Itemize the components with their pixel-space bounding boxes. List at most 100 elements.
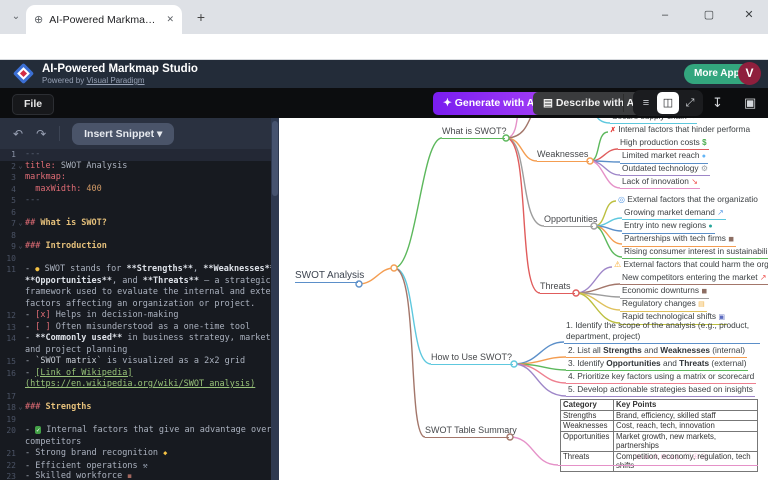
cell-weaknesses: Weaknesses — [561, 421, 614, 432]
leaf-rising-consumer-interest: Rising consumer interest in sustainabili — [622, 246, 768, 259]
node-opportunities[interactable]: Opportunities — [544, 214, 593, 227]
leaf-howto-2: 2. List all Strengths and Weaknesses (in… — [566, 345, 747, 358]
undo-icon[interactable]: ↶ — [13, 127, 23, 141]
code-line[interactable]: competitors — [0, 437, 271, 449]
code-line[interactable]: 22- Efficient operations ⚒ — [0, 460, 271, 472]
table-header-row: Category Key Points — [561, 400, 758, 411]
leaf-howto-1: 1. Identify the scope of the analysis (e… — [564, 320, 760, 344]
chart-decline-icon: ↘ — [691, 177, 698, 186]
code-line[interactable]: framework used to evaluate the internal … — [0, 287, 271, 299]
code-line[interactable]: 8 — [0, 230, 271, 242]
code-line[interactable]: 23- Skilled workforce ◼ — [0, 471, 271, 480]
powered-prefix: Powered by — [42, 76, 86, 85]
code-line[interactable]: 10 — [0, 253, 271, 265]
editor-scrollbar-thumb[interactable] — [272, 121, 278, 196]
sparkle-icon: ✦ — [443, 97, 452, 109]
code-line[interactable]: 7⌄## What is SWOT? — [0, 218, 271, 230]
brand-badge[interactable]: V — [738, 62, 761, 85]
cell-strengths: Strengths — [561, 410, 614, 421]
scroll-icon: ▤ — [698, 301, 705, 308]
briefcase-icon: ◼ — [701, 288, 707, 295]
leaf-high-production-costs: High production costs $ — [618, 137, 709, 150]
node-what-is-swot[interactable]: What is SWOT? — [442, 126, 505, 139]
editor-scrollbar[interactable] — [271, 118, 279, 480]
code-line[interactable]: 17 — [0, 391, 271, 403]
code-line[interactable]: (https://en.wikipedia.org/wiki/SWOT_anal… — [0, 379, 271, 391]
insert-snippet-button[interactable]: Insert Snippet ▾ — [72, 123, 174, 145]
code-line[interactable]: 14- **Commonly used** in business strate… — [0, 333, 271, 345]
fullscreen-view-button[interactable]: ⤢ — [679, 92, 701, 114]
globe-icon: ● — [702, 153, 706, 160]
money-icon: $ — [702, 138, 706, 147]
junction-node-circle[interactable] — [391, 265, 397, 271]
node-root[interactable]: SWOT Analysis — [295, 270, 358, 283]
view-mode-group: ≡ ◫ ⤢ — [633, 90, 703, 116]
code-line[interactable]: 13- [ ] Often misunderstood as a one-tim… — [0, 322, 271, 334]
code-line[interactable]: 18⌄### Strengths — [0, 402, 271, 414]
swot-summary-table: Category Key Points StrengthsBrand, effi… — [560, 399, 758, 472]
code-line[interactable]: 4 maxWidth: 400 — [0, 184, 271, 196]
chart-up-icon: ↗ — [760, 273, 767, 282]
node-threats[interactable]: Threats — [540, 281, 575, 294]
chart-up-icon: ↗ — [717, 208, 724, 217]
node-weaknesses[interactable]: Weaknesses — [537, 149, 589, 162]
redo-icon[interactable]: ↷ — [36, 127, 46, 141]
code-line[interactable]: and project planning — [0, 345, 271, 357]
document-icon: ▤ — [543, 97, 553, 109]
leaf-partnerships-tech-firms: Partnerships with tech firms ◼ — [622, 233, 736, 247]
leaf-regulatory-changes: Regulatory changes ▤ — [620, 298, 707, 312]
code-line[interactable]: 6 — [0, 207, 271, 219]
leaf-growing-market-demand: Growing market demand ↗ — [622, 207, 726, 220]
tab-close-icon[interactable]: ✕ — [166, 14, 174, 25]
code-line[interactable]: 9⌄### Introduction — [0, 241, 271, 253]
new-tab-button[interactable]: + — [192, 8, 210, 26]
x-icon: ✗ — [610, 127, 616, 134]
code-line[interactable]: 2⌄title: SWOT Analysis — [0, 161, 271, 173]
code-line[interactable]: 5--- — [0, 195, 271, 207]
download-icon[interactable]: ↧ — [712, 95, 723, 111]
code-line[interactable]: 16- [Link of Wikipedia] — [0, 368, 271, 380]
mindmap-canvas[interactable]: markmap ⛶⊕⊖ SWOT Analysis What is SWOT? … — [279, 118, 768, 480]
leaf-outdated-technology: Outdated technology ⚙ — [620, 163, 710, 176]
app-title: AI-Powered Markmap Studio — [42, 63, 198, 75]
table-row: ThreatsCompetition, economy, regulation,… — [561, 451, 758, 471]
window-minimize-button[interactable]: – — [646, 0, 684, 30]
tab-search-chevron-icon[interactable]: ⌄ — [8, 9, 24, 25]
leaf-howto-5: 5. Develop actionable strategies based o… — [566, 384, 755, 397]
code-line[interactable]: 3markmap: — [0, 172, 271, 184]
visual-paradigm-link[interactable]: Visual Paradigm — [86, 76, 144, 85]
cell-strengths-points: Brand, efficiency, skilled staff — [614, 410, 758, 421]
code-line[interactable]: 20- ✓ Internal factors that give an adva… — [0, 425, 271, 437]
export-image-icon[interactable]: ▣ — [744, 95, 756, 111]
generate-with-ai-button[interactable]: ✦ Generate with AI — [433, 92, 547, 115]
window-close-button[interactable]: ✕ — [730, 0, 768, 30]
describe-with-ai-button[interactable]: ▤ Describe with AI — [533, 92, 647, 115]
node-table-summary[interactable]: SWOT Table Summary — [425, 425, 509, 438]
leaf-weaknesses-intro: ✗ Internal factors that hinder performa — [608, 124, 752, 137]
leaf-limited-market-reach: Limited market reach ● — [620, 150, 708, 164]
code-line[interactable]: 19 — [0, 414, 271, 426]
leaf-economic-downturns: Economic downturns ◼ — [620, 285, 709, 299]
gear-icon: ⚙ — [701, 164, 708, 173]
file-menu-button[interactable]: File — [12, 94, 54, 115]
code-line[interactable]: 12- [x] Helps in decision-making — [0, 310, 271, 322]
magnifier-icon: ◎ — [618, 195, 625, 204]
cell-threats-points: Competition, economy, regulation, tech s… — [614, 451, 758, 471]
code-line[interactable]: **Opportunities**, and **Threats** — a s… — [0, 276, 271, 288]
code-editor[interactable]: 1---2⌄title: SWOT Analysis3markmap:4 max… — [0, 149, 271, 480]
code-line[interactable]: 1--- — [0, 149, 271, 161]
node-how-to-use[interactable]: How to Use SWOT? — [431, 352, 513, 365]
cell-weaknesses-points: Cost, reach, tech, innovation — [614, 421, 758, 432]
code-line[interactable]: 15- `SWOT matrix` is visualized as a 2x2… — [0, 356, 271, 368]
editor-only-view-button[interactable]: ≡ — [635, 92, 657, 114]
browser-tab[interactable]: ⊕ AI-Powered Markmap Studio ✕ — [26, 5, 182, 34]
split-view-button[interactable]: ◫ — [657, 92, 679, 114]
code-line[interactable]: 21- Strong brand recognition ◆ — [0, 448, 271, 460]
describe-label: Describe with AI — [556, 97, 637, 109]
code-lines: 1---2⌄title: SWOT Analysis3markmap:4 max… — [0, 149, 271, 480]
window-maximize-button[interactable]: ▢ — [690, 0, 728, 30]
code-line[interactable]: 11- ● SWOT stands for **Strengths**, **W… — [0, 264, 271, 276]
editor-toolbar-divider — [59, 126, 60, 141]
code-line[interactable]: factors affecting an organization or pro… — [0, 299, 271, 311]
table-row: WeaknessesCost, reach, tech, innovation — [561, 421, 758, 432]
